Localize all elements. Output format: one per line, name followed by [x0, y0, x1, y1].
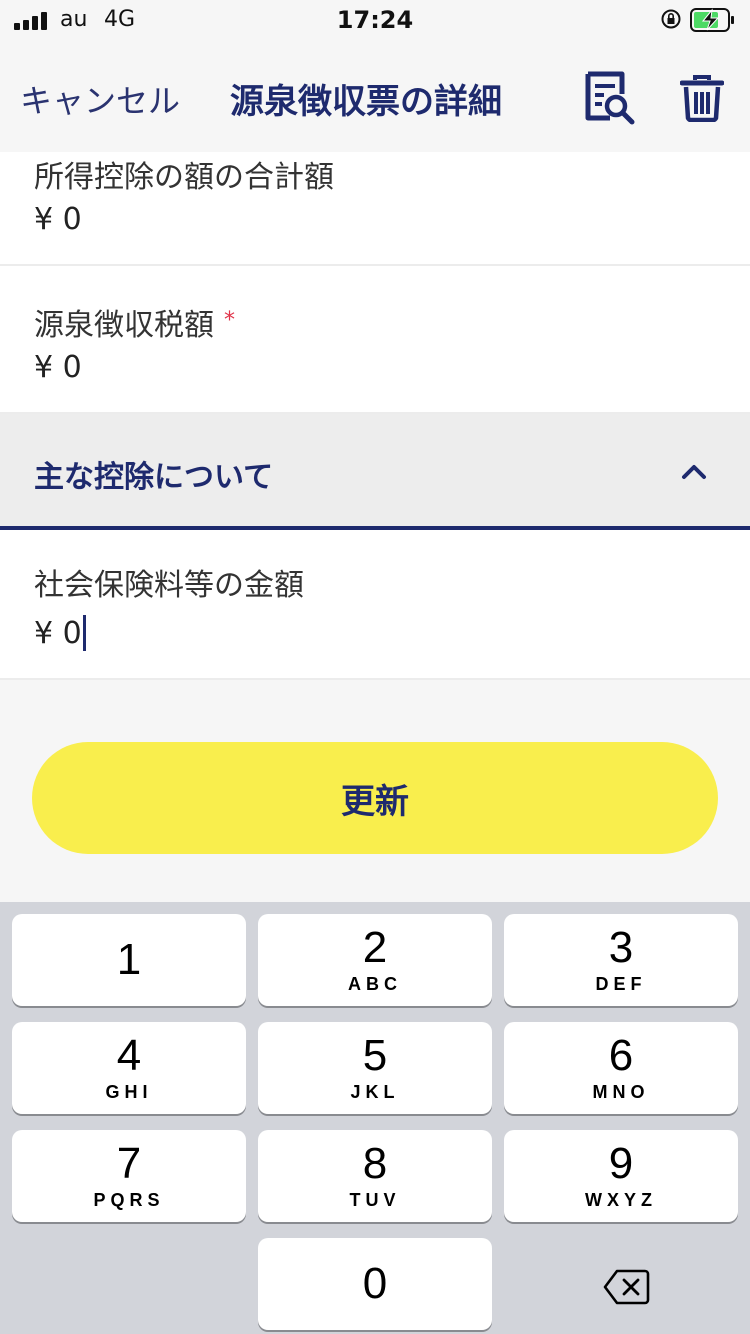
- key-letters: GHI: [105, 1082, 153, 1102]
- key-5[interactable]: 5 JKL: [258, 1022, 492, 1114]
- field-withholding-tax[interactable]: 源泉徴収税額 * ¥ 0: [0, 266, 750, 414]
- battery-charging-icon: [690, 8, 734, 32]
- field-label: 所得控除の額の合計額: [34, 160, 334, 195]
- status-time: 17:24: [336, 6, 414, 34]
- key-number: 5: [362, 1031, 388, 1080]
- key-letters: PQRS: [93, 1190, 165, 1210]
- key-letters: MNO: [592, 1082, 650, 1102]
- field-label-text: 源泉徴収税額: [34, 308, 214, 343]
- key-8[interactable]: 8 TUV: [258, 1130, 492, 1222]
- navigation-bar: キャンセル 源泉徴収票の詳細: [0, 40, 750, 152]
- key-number: 1: [116, 935, 142, 984]
- action-area: 更新: [0, 692, 750, 902]
- field-value[interactable]: ¥ 0: [34, 616, 82, 651]
- numeric-keypad: 1 2 ABC 3 DEF 4 GHI 5 JKL 6 MNO 7 PQRS 8…: [0, 902, 750, 1334]
- backspace-icon: [603, 1269, 650, 1305]
- cancel-button[interactable]: キャンセル: [20, 76, 180, 122]
- key-number: 2: [362, 923, 388, 972]
- field-value[interactable]: ¥ 0: [34, 202, 82, 237]
- key-9[interactable]: 9 WXYZ: [504, 1130, 738, 1222]
- field-value[interactable]: ¥ 0: [34, 350, 82, 385]
- key-3[interactable]: 3 DEF: [504, 914, 738, 1006]
- page-title: 源泉徴収票の詳細: [230, 82, 502, 122]
- key-7[interactable]: 7 PQRS: [12, 1130, 246, 1222]
- backspace-key[interactable]: [504, 1238, 738, 1330]
- key-6[interactable]: 6 MNO: [504, 1022, 738, 1114]
- key-number: 0: [362, 1259, 388, 1308]
- key-2[interactable]: 2 ABC: [258, 914, 492, 1006]
- field-label: 源泉徴収税額 *: [34, 300, 235, 344]
- key-number: 7: [116, 1139, 142, 1188]
- field-social-insurance[interactable]: 社会保険料等の金額 ¥ 0: [0, 530, 750, 680]
- document-search-icon[interactable]: [584, 70, 636, 126]
- text-cursor: [82, 614, 86, 651]
- rotation-lock-icon: [661, 9, 681, 29]
- field-input-active[interactable]: ¥ 0: [34, 614, 86, 653]
- key-number: 4: [116, 1031, 142, 1080]
- key-4[interactable]: 4 GHI: [12, 1022, 246, 1114]
- status-bar: au 4G 17:24: [0, 0, 750, 40]
- key-letters: TUV: [349, 1190, 401, 1210]
- key-letters: WXYZ: [585, 1190, 657, 1210]
- key-number: 3: [608, 923, 634, 972]
- key-letters: JKL: [350, 1082, 400, 1102]
- key-number: 8: [362, 1139, 388, 1188]
- chevron-up-icon[interactable]: [680, 458, 708, 486]
- trash-icon[interactable]: [680, 74, 724, 122]
- key-number: 6: [608, 1031, 634, 1080]
- field-label: 社会保険料等の金額: [34, 568, 304, 603]
- required-marker: *: [224, 308, 235, 333]
- key-number: 9: [608, 1139, 634, 1188]
- field-total-income-deduction[interactable]: 所得控除の額の合計額 ¥ 0: [0, 152, 750, 266]
- key-0[interactable]: 0: [258, 1238, 492, 1330]
- key-letters: DEF: [595, 974, 647, 994]
- section-header-main-deductions[interactable]: 主な控除について: [0, 414, 750, 530]
- key-1[interactable]: 1: [12, 914, 246, 1006]
- key-letters: ABC: [348, 974, 402, 994]
- section-title: 主な控除について: [34, 460, 274, 495]
- update-button[interactable]: 更新: [32, 742, 718, 854]
- form: 所得控除の額の合計額 ¥ 0 源泉徴収税額 * ¥ 0 主な控除について 社会保険…: [0, 152, 750, 680]
